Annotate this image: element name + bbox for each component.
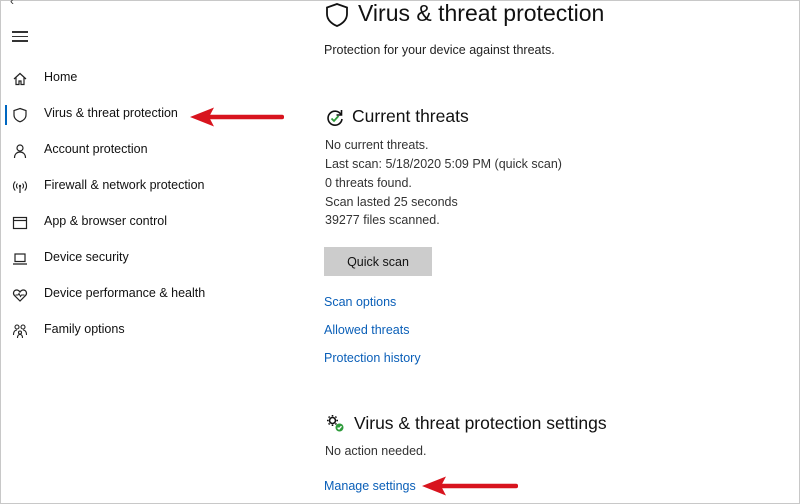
sidebar-item-family-options[interactable]: Family options: [0, 313, 280, 349]
heart-icon: [12, 289, 28, 302]
hamburger-menu-icon[interactable]: [12, 31, 28, 43]
sidebar-item-home[interactable]: Home: [0, 61, 280, 97]
sidebar-item-label: Family options: [44, 322, 125, 336]
sidebar-item-label: Device performance & health: [44, 286, 206, 300]
sidebar-item-label: Virus & threat protection: [44, 106, 178, 120]
sidebar-item-label: Device security: [44, 250, 129, 264]
sidebar-item-label: Account protection: [44, 142, 148, 156]
wifi-antenna-icon: [13, 181, 27, 193]
shield-icon: [13, 107, 27, 123]
threat-status-text: No current threats.: [325, 138, 429, 152]
last-scan-text: Last scan: 5/18/2020 5:09 PM (quick scan…: [325, 157, 562, 171]
sidebar-item-device-performance-health[interactable]: Device performance & health: [0, 277, 280, 313]
page-subtitle: Protection for your device against threa…: [324, 43, 555, 57]
sidebar-item-firewall-network[interactable]: Firewall & network protection: [0, 169, 280, 205]
sidebar-item-label: App & browser control: [44, 214, 167, 228]
settings-heading: Virus & threat protection settings: [354, 413, 607, 433]
annotation-arrow-icon: [422, 476, 518, 496]
app-window-icon: [12, 216, 28, 230]
page-title: Virus & threat protection: [358, 0, 605, 26]
family-icon: [12, 324, 28, 339]
scan-options-link[interactable]: Scan options: [324, 295, 396, 309]
home-icon: [13, 72, 27, 86]
scan-duration-text: Scan lasted 25 seconds: [325, 195, 458, 209]
sidebar-item-device-security[interactable]: Device security: [0, 241, 280, 277]
back-arrow-fragment[interactable]: ‹: [10, 0, 14, 8]
laptop-icon: [13, 253, 27, 265]
sidebar-item-label: Firewall & network protection: [44, 178, 205, 192]
sidebar-item-label: Home: [44, 70, 78, 84]
protection-history-link[interactable]: Protection history: [324, 351, 421, 365]
quick-scan-button[interactable]: Quick scan: [324, 247, 432, 276]
threats-found-text: 0 threats found.: [325, 176, 412, 190]
files-scanned-text: 39277 files scanned.: [325, 213, 440, 227]
sidebar-item-app-browser-control[interactable]: App & browser control: [0, 205, 280, 241]
scan-refresh-icon: [327, 110, 343, 126]
allowed-threats-link[interactable]: Allowed threats: [324, 323, 409, 337]
settings-status-text: No action needed.: [325, 444, 427, 458]
shield-icon: [326, 3, 348, 27]
sidebar-item-account-protection[interactable]: Account protection: [0, 133, 280, 169]
active-indicator: [5, 105, 7, 125]
current-threats-heading: Current threats: [352, 106, 469, 126]
manage-settings-link[interactable]: Manage settings: [324, 479, 416, 493]
person-icon: [13, 144, 27, 159]
settings-gear-icon: [327, 415, 344, 432]
annotation-arrow-icon: [190, 107, 284, 127]
